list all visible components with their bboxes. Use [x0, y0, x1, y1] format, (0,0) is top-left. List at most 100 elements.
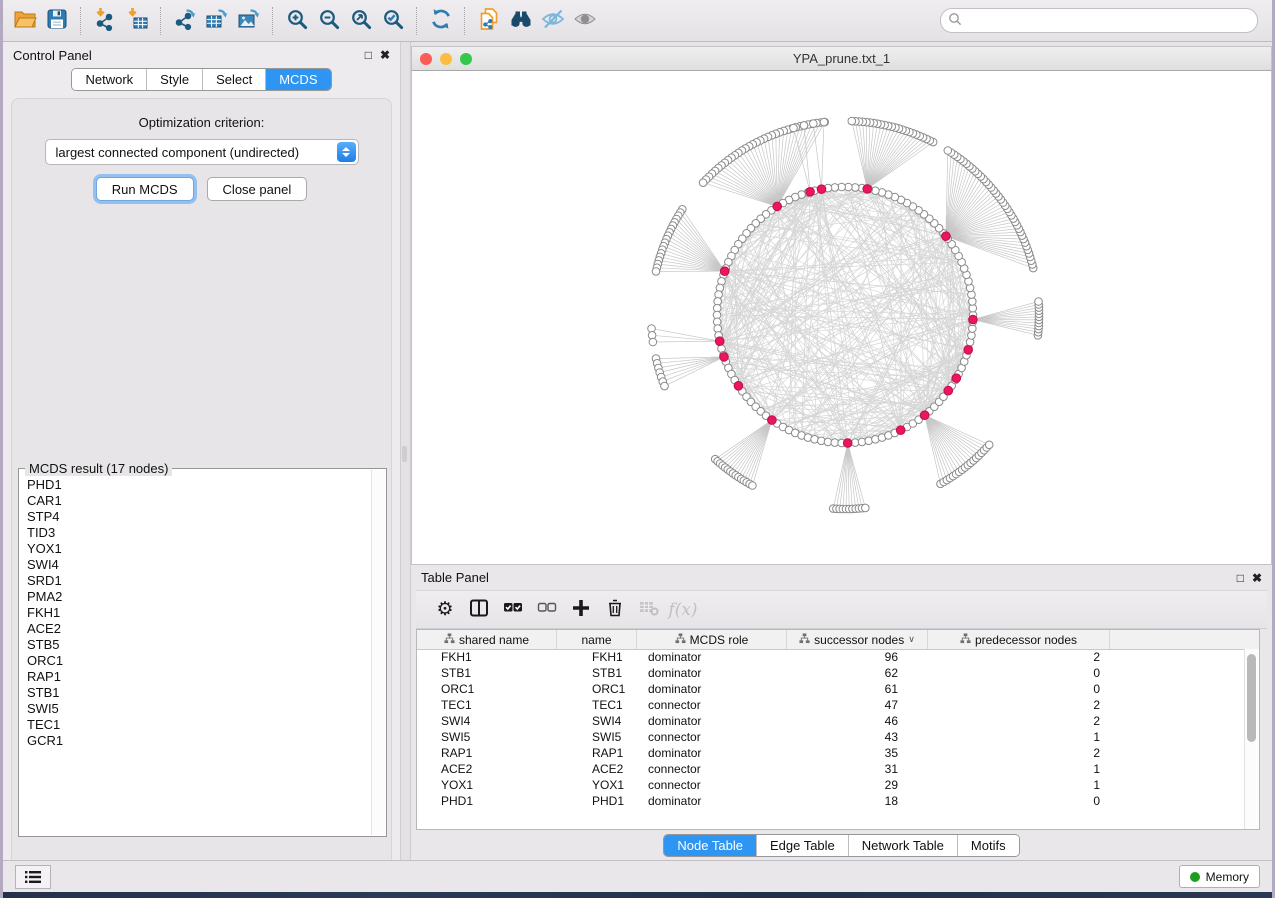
tab-motifs[interactable]: Motifs [958, 835, 1019, 856]
network-window-titlebar[interactable]: YPA_prune.txt_1 [411, 46, 1272, 71]
table-row[interactable]: SWI4SWI4dominator462 [417, 713, 1245, 729]
memory-button[interactable]: Memory [1179, 865, 1260, 888]
find-button[interactable] [505, 5, 537, 37]
clone-network-icon [477, 7, 501, 34]
splitter-grip[interactable] [402, 446, 407, 462]
table-row[interactable]: RAP1RAP1dominator352 [417, 745, 1245, 761]
mcds-node-item[interactable]: PHD1 [27, 477, 370, 493]
add-column-button[interactable] [566, 596, 596, 624]
tab-mcds[interactable]: MCDS [266, 69, 330, 90]
memory-status-icon [1190, 872, 1200, 882]
show-columns-icon [469, 598, 489, 621]
toolbar-separator [272, 7, 274, 35]
table-row[interactable]: ORC1ORC1dominator610 [417, 681, 1245, 697]
zoom-out-button[interactable] [313, 5, 345, 37]
table-row[interactable]: ACE2ACE2connector311 [417, 761, 1245, 777]
mcds-node-item[interactable]: PMA2 [27, 589, 370, 605]
result-list-scrollbar[interactable] [371, 470, 385, 835]
export-image-button[interactable] [233, 5, 265, 37]
optimization-label: Optimization criterion: [12, 115, 391, 130]
tab-edge-table[interactable]: Edge Table [757, 835, 849, 856]
mcds-node-item[interactable]: CAR1 [27, 493, 370, 509]
mcds-node-item[interactable]: GCR1 [27, 733, 370, 749]
mcds-node-item[interactable]: SRD1 [27, 573, 370, 589]
table-options-gear-button[interactable]: ⚙ [430, 596, 460, 624]
mcds-node-item[interactable]: STB1 [27, 685, 370, 701]
search-icon [948, 12, 962, 26]
zoom-fit-button[interactable] [345, 5, 377, 37]
float-panel-icon[interactable]: □ [365, 49, 372, 61]
close-panel-icon[interactable]: ✖ [380, 49, 390, 61]
mcds-node-item[interactable]: TID3 [27, 525, 370, 541]
import-table-button[interactable] [121, 5, 153, 37]
table-row[interactable]: FKH1FKH1dominator962 [417, 649, 1245, 665]
open-folder-button[interactable] [9, 5, 41, 37]
network-search [940, 8, 1258, 33]
export-table-button[interactable] [201, 5, 233, 37]
import-table-icon [125, 7, 149, 34]
tab-network[interactable]: Network [72, 69, 147, 90]
table-row[interactable]: STB1STB1dominator620 [417, 665, 1245, 681]
column-header-predecessor-nodes[interactable]: predecessor nodes [928, 630, 1110, 649]
tab-select[interactable]: Select [203, 69, 266, 90]
attribute-tree-icon [799, 633, 810, 647]
hide-selected-icon [541, 7, 565, 34]
show-columns-button[interactable] [464, 596, 494, 624]
network-graph[interactable] [412, 71, 1272, 563]
task-history-button[interactable] [15, 865, 51, 889]
table-row[interactable]: PHD1PHD1dominator180 [417, 793, 1245, 809]
function-builder-button: f(x) [668, 596, 698, 624]
mcds-node-item[interactable]: YOX1 [27, 541, 370, 557]
tab-network-table[interactable]: Network Table [849, 835, 958, 856]
float-table-panel-icon[interactable]: □ [1237, 572, 1244, 584]
refresh-view-button[interactable] [425, 5, 457, 37]
column-header-shared-name[interactable]: shared name [417, 630, 557, 649]
deselect-all-checkboxes-button[interactable] [532, 596, 562, 624]
column-header-name[interactable]: name [557, 630, 637, 649]
column-header-MCDS-role[interactable]: MCDS role [637, 630, 787, 649]
table-tabs: Node TableEdge TableNetwork TableMotifs [663, 834, 1019, 857]
mcds-node-item[interactable]: SWI5 [27, 701, 370, 717]
panel-splitter[interactable] [400, 42, 411, 860]
tab-style[interactable]: Style [147, 69, 203, 90]
mcds-node-item[interactable]: STB5 [27, 637, 370, 653]
tab-node-table[interactable]: Node Table [664, 835, 757, 856]
mcds-node-item[interactable]: TEC1 [27, 717, 370, 733]
save-session-button[interactable] [41, 5, 73, 37]
mcds-node-item[interactable]: ACE2 [27, 621, 370, 637]
zoom-in-button[interactable] [281, 5, 313, 37]
table-scrollbar-thumb[interactable] [1247, 654, 1256, 742]
attribute-tree-icon [675, 633, 686, 647]
close-table-panel-icon[interactable]: ✖ [1252, 572, 1262, 584]
import-network-button[interactable] [89, 5, 121, 37]
criterion-value: largest connected component (undirected) [46, 145, 337, 160]
mcds-node-item[interactable]: STP4 [27, 509, 370, 525]
run-mcds-button[interactable]: Run MCDS [96, 177, 194, 201]
table-row[interactable]: SWI5SWI5connector431 [417, 729, 1245, 745]
table-toolbar: ⚙ f(x) [416, 590, 1267, 629]
mcds-node-item[interactable]: ORC1 [27, 653, 370, 669]
close-panel-button[interactable]: Close panel [207, 177, 308, 201]
show-all-button[interactable] [569, 5, 601, 37]
table-row[interactable]: TEC1TEC1connector472 [417, 697, 1245, 713]
delete-column-button[interactable] [600, 596, 630, 624]
table-panel: Table Panel □ ✖ ⚙f(x) shared namenameMCD… [411, 565, 1272, 860]
table-scrollbar[interactable] [1244, 649, 1259, 829]
network-canvas[interactable] [411, 71, 1272, 565]
clone-network-button[interactable] [473, 5, 505, 37]
mcds-node-item[interactable]: SWI4 [27, 557, 370, 573]
criterion-select[interactable]: largest connected component (undirected) [45, 139, 359, 165]
toolbar-separator [160, 7, 162, 35]
export-network-button[interactable] [169, 5, 201, 37]
search-input[interactable] [940, 8, 1258, 33]
select-all-checkboxes-button[interactable] [498, 596, 528, 624]
delete-column-icon [605, 598, 625, 621]
hide-selected-button[interactable] [537, 5, 569, 37]
open-folder-icon [13, 7, 37, 34]
mcds-node-item[interactable]: RAP1 [27, 669, 370, 685]
mcds-result-list[interactable]: PHD1CAR1STP4TID3YOX1SWI4SRD1PMA2FKH1ACE2… [27, 477, 370, 834]
zoom-selected-button[interactable] [377, 5, 409, 37]
table-row[interactable]: YOX1YOX1connector291 [417, 777, 1245, 793]
column-header-successor-nodes[interactable]: successor nodes∨ [787, 630, 928, 649]
mcds-node-item[interactable]: FKH1 [27, 605, 370, 621]
